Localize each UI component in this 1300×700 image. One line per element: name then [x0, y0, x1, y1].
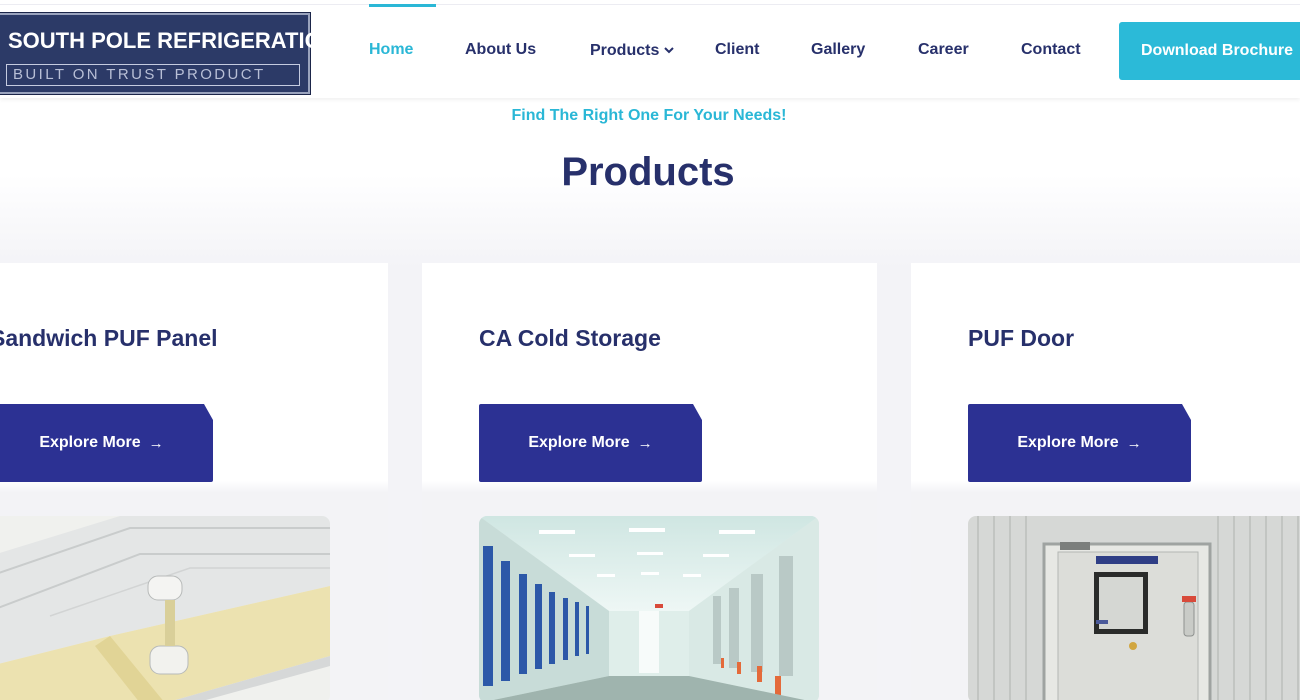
explore-more-button[interactable]: Explore More → [968, 404, 1191, 482]
explore-more-button[interactable]: Explore More → [0, 404, 213, 482]
nav-about-us[interactable]: About Us [465, 41, 536, 59]
explore-more-button[interactable]: Explore More → [479, 404, 702, 482]
nav-contact[interactable]: Contact [1021, 41, 1081, 59]
nav-active-indicator [369, 4, 436, 7]
nav-products[interactable]: Products [590, 41, 675, 60]
product-title: PUF Door [968, 325, 1075, 351]
product-card-ca-cold-storage: CA Cold Storage Explore More → [422, 263, 877, 700]
puf-panel-image [0, 516, 330, 700]
puf-door-image [968, 516, 1300, 700]
arrow-right-icon: → [148, 434, 164, 452]
brand-logo[interactable]: SOUTH POLE REFRIGERATION BUILT ON TRUST … [0, 12, 338, 95]
section-eyebrow: Find The Right One For Your Needs! [511, 107, 787, 124]
product-title: CA Cold Storage [479, 325, 661, 351]
site-header: SOUTH POLE REFRIGERATION BUILT ON TRUST … [0, 0, 1300, 98]
explore-more-label: Explore More [528, 434, 630, 451]
download-brochure-button[interactable]: Download Brochure [1119, 22, 1300, 80]
product-title: Sandwich PUF Panel [0, 325, 218, 351]
nav-home[interactable]: Home [369, 41, 413, 59]
nav-client[interactable]: Client [715, 41, 759, 59]
brand-tagline: BUILT ON TRUST PRODUCT [6, 64, 300, 86]
nav-products-label: Products [590, 42, 660, 59]
chevron-down-icon [664, 41, 675, 59]
explore-more-label: Explore More [39, 434, 141, 451]
arrow-right-icon: → [1126, 434, 1142, 452]
header-divider [0, 4, 1300, 5]
nav-gallery[interactable]: Gallery [811, 41, 865, 59]
nav-career[interactable]: Career [918, 41, 969, 59]
section-title: Products [561, 150, 735, 194]
brand-name: SOUTH POLE REFRIGERATION [8, 28, 338, 53]
arrow-right-icon: → [637, 434, 653, 452]
product-card-puf-door: PUF Door Explore More → [911, 263, 1300, 700]
product-card-sandwich-puf-panel: Sandwich PUF Panel Explore More → [0, 263, 388, 700]
explore-more-label: Explore More [1017, 434, 1119, 451]
cold-storage-image [479, 516, 819, 700]
